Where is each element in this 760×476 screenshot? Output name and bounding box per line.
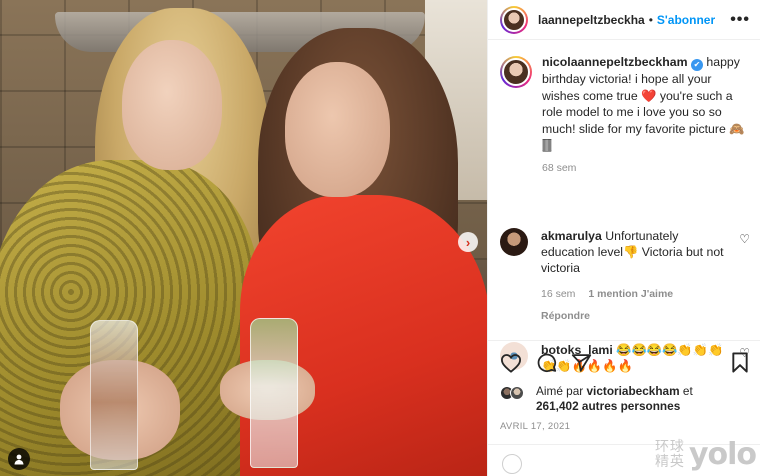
caption-text: happy birthday victoria! i hope all your… — [542, 55, 745, 152]
left-woman-face — [122, 40, 222, 170]
paper-plane-icon-svg — [571, 353, 592, 372]
heart-icon[interactable] — [500, 353, 522, 373]
comment-icon[interactable] — [536, 352, 557, 373]
liker-avatars[interactable] — [500, 384, 528, 404]
comment-like-heart-icon[interactable]: ♡ — [739, 232, 750, 246]
post-side-panel: laannepeltzbeckha • S'abonner ••• nicola… — [487, 0, 760, 476]
right-woman-face — [285, 62, 390, 197]
separator-dot: • — [648, 12, 653, 27]
liker-avatar — [510, 386, 524, 400]
post-photo[interactable]: › — [0, 0, 487, 476]
comment-likes-count[interactable]: 1 mention J'aime — [588, 288, 673, 300]
post-caption: nicolaannepeltzbeckham ✔ happy birthday … — [488, 40, 760, 218]
comment-item: akmarulya Unfortunately education level👎… — [488, 228, 760, 324]
watermark-chinese-text: 环球精英 — [654, 438, 685, 470]
caption-avatar[interactable] — [500, 56, 532, 88]
post-header: laannepeltzbeckha • S'abonner ••• — [488, 0, 760, 40]
liked-by-and: et — [682, 384, 693, 398]
likes-summary: Aimé par victoriabeckham et 261,402 autr… — [500, 384, 693, 414]
avatar-image — [502, 7, 526, 32]
caption-username[interactable]: nicolaannepeltzbeckham — [542, 55, 688, 69]
watermark: 环球精英 yolo — [654, 437, 757, 472]
post-date[interactable]: AVRIL 17, 2021 — [500, 421, 570, 432]
author-avatar[interactable] — [500, 5, 528, 34]
commenter-avatar[interactable] — [500, 228, 528, 256]
comment-time[interactable]: 16 sem — [541, 288, 575, 300]
comment-body: akmarulya Unfortunately education level👎… — [541, 228, 731, 324]
user-tag-icon[interactable] — [8, 448, 30, 470]
caption-body: nicolaannepeltzbeckham ✔ happy birthday … — [542, 54, 747, 218]
chevron-right-icon[interactable]: › — [458, 232, 478, 252]
wine-glass-left — [90, 320, 138, 470]
verified-badge-icon: ✔ — [690, 59, 703, 71]
bookmark-icon-svg — [732, 352, 748, 373]
wine-glass-right — [250, 318, 298, 468]
comment-icon-svg — [537, 353, 557, 373]
more-options-icon[interactable]: ••• — [730, 11, 750, 29]
caption-time[interactable]: 68 sem — [542, 160, 747, 177]
author-username[interactable]: laannepeltzbeckha — [538, 13, 645, 27]
watermark-brand: yolo — [688, 437, 757, 472]
post-action-bar — [488, 340, 760, 384]
liked-by-username[interactable]: victoriabeckham — [587, 384, 680, 398]
bookmark-icon[interactable] — [731, 352, 749, 373]
others-likes-count[interactable]: 261,402 autres personnes — [536, 399, 680, 413]
reply-button[interactable]: Répondre — [541, 308, 731, 324]
comment-username[interactable]: akmarulya — [541, 229, 602, 243]
heart-icon-svg — [500, 353, 522, 373]
avatar-image — [502, 58, 530, 86]
user-silhouette-icon — [14, 454, 24, 465]
follow-button[interactable]: S'abonner — [657, 13, 715, 27]
emoji-icon[interactable] — [502, 454, 522, 474]
likes-text: Aimé par victoriabeckham et 261,402 autr… — [536, 384, 693, 414]
liked-by-prefix: Aimé par — [536, 384, 584, 398]
comment-meta: 16 sem 1 mention J'aime — [541, 286, 731, 302]
paper-plane-icon[interactable] — [571, 353, 592, 373]
